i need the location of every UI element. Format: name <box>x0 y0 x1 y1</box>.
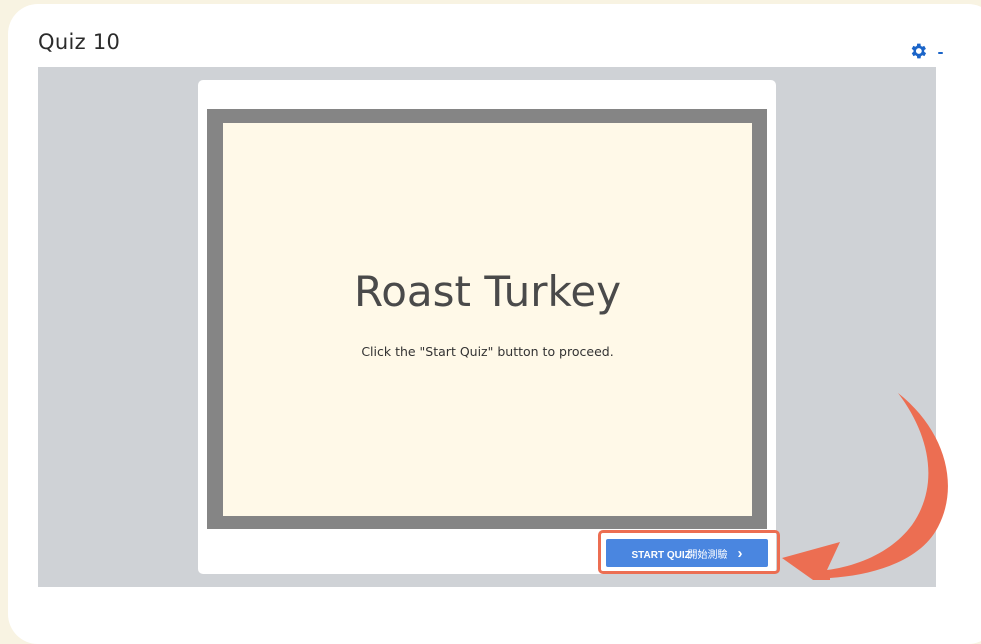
start-quiz-button[interactable]: START QUIZ 開始測驗 › <box>606 539 768 567</box>
gear-icon <box>911 43 927 59</box>
page-title: Quiz 10 <box>38 30 121 54</box>
slide: Roast Turkey Click the "Start Quiz" butt… <box>223 123 752 516</box>
start-quiz-label-cn: 開始測驗 <box>687 549 728 561</box>
caret-down-icon <box>938 51 943 54</box>
curved-arrow-icon <box>782 393 948 580</box>
start-quiz-label: START QUIZ <box>631 549 691 561</box>
slide-title: Roast Turkey <box>353 267 622 316</box>
chevron-right-icon: › <box>737 544 743 562</box>
slide-instruction: Click the "Start Quiz" button to proceed… <box>361 344 614 359</box>
settings-menu-button[interactable] <box>908 40 958 62</box>
